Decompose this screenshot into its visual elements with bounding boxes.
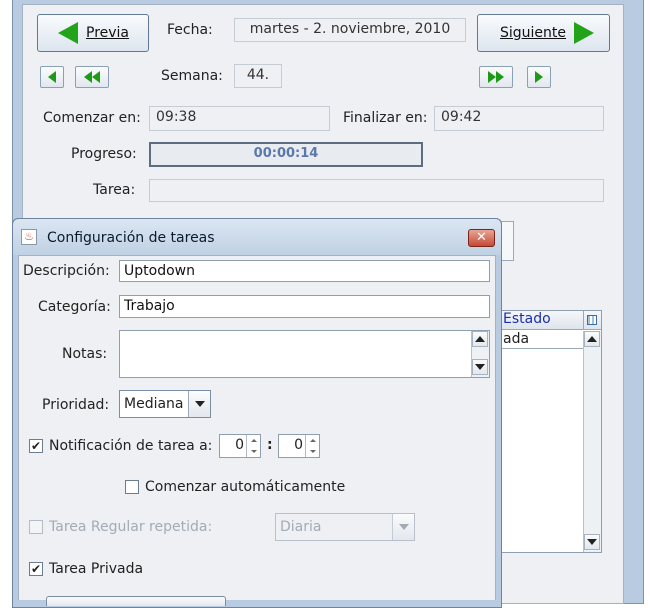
spin-down-icon[interactable] xyxy=(306,446,319,457)
notes-scroll-up-button[interactable] xyxy=(472,331,488,347)
small-forward-arrow-icon xyxy=(535,71,543,83)
priority-select[interactable]: Mediana xyxy=(119,390,211,418)
checkmark-icon: ✔ xyxy=(30,439,42,453)
java-cup-icon: ♨ xyxy=(21,229,37,245)
double-back-arrow-icon xyxy=(84,71,100,83)
list-header[interactable]: Estado xyxy=(493,311,583,330)
end-label: Finalizar en: xyxy=(343,110,428,126)
progress-time: 00:00:14 xyxy=(253,146,319,161)
category-field[interactable]: Trabajo xyxy=(119,295,490,318)
spin-up-icon[interactable] xyxy=(247,435,260,446)
prev-week-button[interactable] xyxy=(75,66,109,88)
column-picker-icon[interactable] xyxy=(583,311,601,330)
auto-start-checkbox[interactable] xyxy=(125,480,139,494)
start-time-field: 09:38 xyxy=(149,106,330,131)
description-label: Descripción: xyxy=(23,263,110,279)
repeat-frequency-dropdown-arrow[interactable] xyxy=(392,514,414,540)
double-forward-arrow-icon xyxy=(488,71,504,83)
chevron-down-icon xyxy=(194,401,205,407)
date-label: Fecha: xyxy=(167,22,213,38)
chevron-down-icon xyxy=(398,524,409,530)
progress-label: Progreso: xyxy=(71,146,137,162)
priority-selected-value: Mediana xyxy=(124,396,184,412)
week-display: 44. xyxy=(234,64,282,88)
dialog-title: Configuración de tareas xyxy=(47,230,215,246)
notify-hours-value: 0 xyxy=(235,437,244,453)
repeat-frequency-value: Diaria xyxy=(280,519,322,535)
back-arrow-icon xyxy=(58,22,78,44)
next-week-button[interactable] xyxy=(479,66,513,88)
time-separator: : xyxy=(267,437,273,453)
list-row-text: ada xyxy=(503,331,530,347)
week-label: Semana: xyxy=(161,68,223,84)
notification-checkbox[interactable]: ✔ xyxy=(29,439,43,453)
notes-scrollbar[interactable] xyxy=(471,331,489,377)
priority-dropdown-arrow[interactable] xyxy=(188,391,210,417)
private-task-label: Tarea Privada xyxy=(49,561,144,577)
previous-button-label: Previa xyxy=(86,25,130,41)
task-label: Tarea: xyxy=(93,182,136,198)
regular-task-label: Tarea Regular repetida: xyxy=(49,519,213,535)
prev-day-button[interactable] xyxy=(40,66,64,88)
regular-task-checkbox[interactable] xyxy=(29,520,43,534)
notification-label: Notificación de tarea a: xyxy=(49,438,213,454)
previous-button[interactable]: Previa xyxy=(37,14,149,52)
list-row[interactable]: ada xyxy=(493,331,583,349)
list-scrollbar[interactable] xyxy=(583,331,601,552)
repeat-frequency-select[interactable]: Diaria xyxy=(275,513,415,541)
list-header-estado: Estado xyxy=(503,311,551,327)
private-task-checkbox[interactable]: ✔ xyxy=(29,562,43,576)
list-scroll-down-button[interactable] xyxy=(584,534,600,550)
notes-scroll-down-button[interactable] xyxy=(472,359,488,375)
priority-label: Prioridad: xyxy=(42,397,110,413)
start-label: Comenzar en: xyxy=(43,110,141,126)
spin-up-icon[interactable] xyxy=(306,435,319,446)
dialog-close-button[interactable]: ✕ xyxy=(468,229,495,247)
next-button[interactable]: Siguiente xyxy=(477,14,610,52)
dialog-title-bar[interactable]: ♨ Configuración de tareas ✕ xyxy=(13,219,501,255)
notify-minutes-spinner[interactable]: 0 xyxy=(278,434,320,458)
description-field[interactable]: Uptodown xyxy=(119,260,490,282)
notify-minutes-value: 0 xyxy=(294,437,303,453)
next-day-button[interactable] xyxy=(527,66,551,88)
notify-hours-spinner[interactable]: 0 xyxy=(219,434,261,458)
end-time-field: 09:42 xyxy=(434,106,604,131)
checkmark-icon: ✔ xyxy=(30,562,42,576)
auto-start-label: Comenzar automáticamente xyxy=(145,479,346,495)
task-list[interactable]: Estado ada xyxy=(492,310,602,553)
forward-arrow-icon xyxy=(574,22,595,44)
notes-field[interactable] xyxy=(119,330,490,378)
dialog-bottom-button[interactable] xyxy=(46,596,226,606)
spin-down-icon[interactable] xyxy=(247,446,260,457)
task-field xyxy=(149,179,604,202)
list-scroll-up-button[interactable] xyxy=(584,331,600,347)
close-icon: ✕ xyxy=(476,230,487,245)
notes-label: Notas: xyxy=(62,346,108,362)
small-back-arrow-icon xyxy=(48,71,56,83)
category-label: Categoría: xyxy=(38,299,111,315)
next-button-label: Siguiente xyxy=(500,25,567,41)
progress-bar: 00:00:14 xyxy=(149,142,423,167)
date-display: martes - 2. noviembre, 2010 xyxy=(234,18,466,42)
